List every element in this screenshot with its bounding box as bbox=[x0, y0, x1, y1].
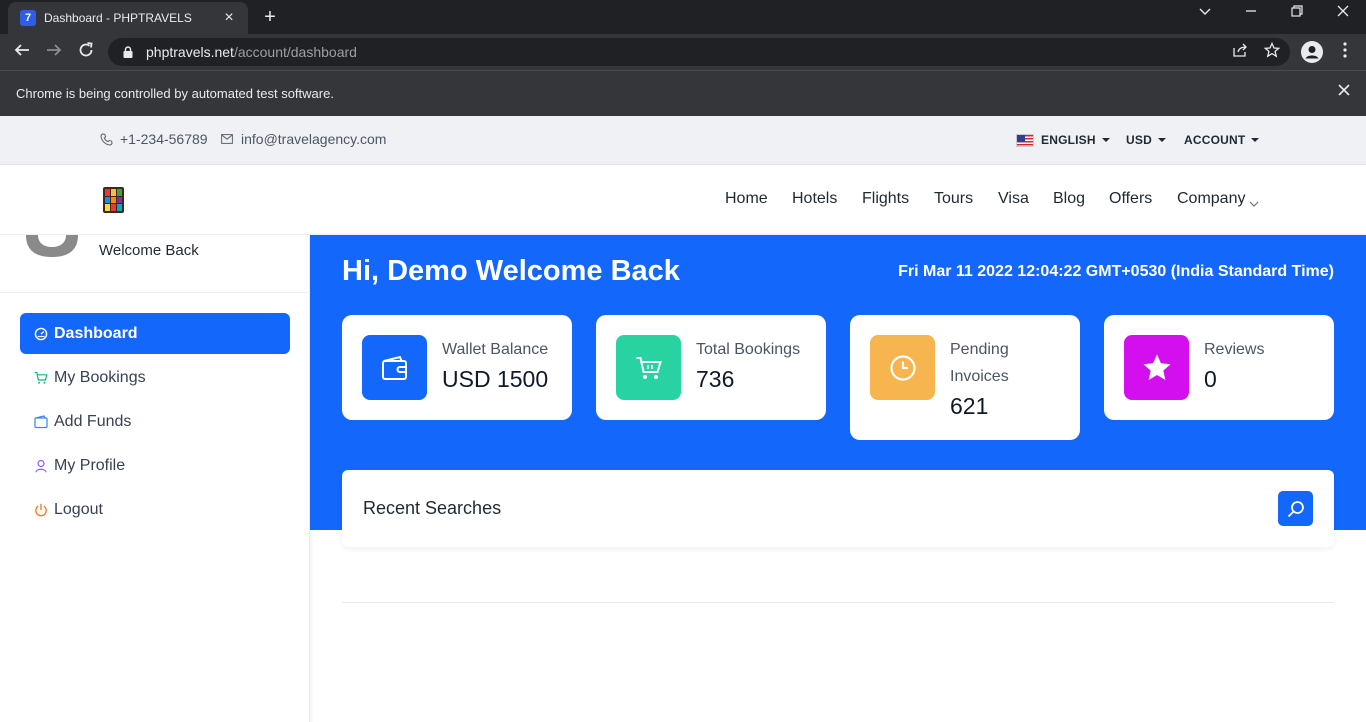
search-icon bbox=[1287, 500, 1304, 517]
sidebar-item-label: My Bookings bbox=[54, 368, 146, 386]
nav-tours[interactable]: Tours bbox=[934, 190, 973, 208]
site-topbar: +1-234-56789 info@travelagency.com ENGLI… bbox=[0, 116, 1366, 165]
caret-down-icon bbox=[1101, 138, 1110, 142]
email-contact[interactable]: info@travelagency.com bbox=[220, 131, 386, 147]
content-divider bbox=[342, 602, 1334, 603]
stat-label: Total Bookings bbox=[696, 341, 801, 358]
wallet-balance-card[interactable]: Wallet Balance USD 1500 bbox=[342, 315, 572, 420]
nav-company-label: Company bbox=[1177, 190, 1246, 207]
email-address: info@travelagency.com bbox=[241, 131, 387, 147]
sidebar-item-my-bookings[interactable]: My Bookings bbox=[20, 357, 290, 398]
back-arrow-icon[interactable] bbox=[10, 40, 34, 64]
stat-value: 621 bbox=[950, 393, 989, 419]
caret-down-icon bbox=[1157, 138, 1166, 142]
address-bar[interactable]: phptravels.net/account/dashboard bbox=[108, 38, 1290, 66]
greeting-heading: Hi, Demo Welcome Back bbox=[342, 255, 680, 287]
total-bookings-card[interactable]: Total Bookings 736 bbox=[596, 315, 826, 420]
reload-icon[interactable] bbox=[74, 40, 98, 64]
star-icon bbox=[1124, 335, 1189, 400]
stat-value: 736 bbox=[696, 366, 735, 392]
site-favicon-icon: 7 bbox=[20, 10, 36, 26]
us-flag-icon bbox=[1016, 133, 1034, 147]
phone-number: +1-234-56789 bbox=[120, 131, 208, 147]
user-avatar bbox=[24, 235, 80, 257]
dashboard-sidebar: Welcome Back Dashboard My Bookings Add F… bbox=[0, 235, 310, 722]
browser-menu-icon[interactable] bbox=[1334, 42, 1356, 64]
nav-hotels[interactable]: Hotels bbox=[792, 190, 837, 208]
sidebar-item-label: Dashboard bbox=[54, 324, 138, 342]
tab-title: Dashboard - PHPTRAVELS bbox=[44, 11, 192, 25]
chevron-down-icon bbox=[1249, 196, 1259, 207]
account-label: ACCOUNT bbox=[1184, 133, 1246, 147]
gauge-icon bbox=[34, 327, 48, 341]
site-logo[interactable] bbox=[103, 187, 124, 213]
stat-value: 0 bbox=[1204, 366, 1217, 392]
infobar-message: Chrome is being controlled by automated … bbox=[16, 86, 334, 101]
language-dropdown[interactable]: ENGLISH bbox=[1016, 133, 1110, 147]
lock-icon[interactable] bbox=[120, 44, 136, 60]
wallet-icon bbox=[34, 414, 48, 429]
browser-toolbar: phptravels.net/account/dashboard bbox=[0, 34, 1366, 70]
browser-tabstrip: 7 Dashboard - PHPTRAVELS × + bbox=[0, 0, 1366, 34]
url-host: phptravels.net bbox=[146, 44, 234, 60]
sidebar-item-add-funds[interactable]: Add Funds bbox=[20, 401, 290, 442]
recent-searches-panel: Recent Searches bbox=[342, 470, 1334, 547]
new-tab-icon[interactable]: + bbox=[258, 6, 282, 29]
sidebar-item-my-profile[interactable]: My Profile bbox=[20, 445, 290, 486]
nav-flights[interactable]: Flights bbox=[862, 190, 909, 208]
currency-label: USD bbox=[1126, 133, 1152, 147]
stat-label: Reviews bbox=[1204, 341, 1265, 358]
stat-label: Wallet Balance bbox=[442, 341, 549, 358]
nav-home[interactable]: Home bbox=[725, 190, 768, 208]
pending-invoices-card[interactable]: Pending Invoices 621 bbox=[850, 315, 1080, 440]
site-header: Home Hotels Flights Tours Visa Blog Offe… bbox=[0, 165, 1366, 235]
nav-visa[interactable]: Visa bbox=[998, 190, 1029, 208]
browser-tab[interactable]: 7 Dashboard - PHPTRAVELS × bbox=[8, 2, 248, 34]
reviews-card[interactable]: Reviews 0 bbox=[1104, 315, 1334, 420]
tab-search-chevron-icon[interactable] bbox=[1191, 4, 1219, 21]
stat-value: USD 1500 bbox=[442, 366, 549, 392]
sidebar-item-dashboard[interactable]: Dashboard bbox=[20, 313, 290, 354]
power-icon bbox=[34, 503, 48, 517]
url-path: /account/dashboard bbox=[233, 44, 357, 60]
automation-infobar: Chrome is being controlled by automated … bbox=[0, 70, 1366, 116]
user-icon bbox=[34, 459, 48, 473]
sidebar-item-logout[interactable]: Logout bbox=[20, 489, 290, 530]
sidebar-item-label: Logout bbox=[54, 500, 103, 518]
sidebar-item-label: My Profile bbox=[54, 456, 126, 474]
sidebar-divider bbox=[0, 292, 310, 293]
share-icon[interactable] bbox=[1230, 42, 1250, 62]
currency-dropdown[interactable]: USD bbox=[1126, 133, 1166, 147]
account-dropdown[interactable]: ACCOUNT bbox=[1184, 133, 1260, 147]
phone-icon bbox=[99, 132, 113, 146]
mail-icon bbox=[220, 132, 234, 146]
cart-icon bbox=[616, 335, 681, 400]
wallet-icon bbox=[362, 335, 427, 400]
bookmark-star-icon[interactable] bbox=[1262, 41, 1282, 62]
current-datetime: Fri Mar 11 2022 12:04:22 GMT+0530 (India… bbox=[898, 263, 1334, 280]
welcome-back-text: Welcome Back bbox=[99, 242, 199, 259]
close-window-icon[interactable] bbox=[1329, 4, 1357, 21]
forward-arrow-icon[interactable] bbox=[42, 40, 66, 64]
language-label: ENGLISH bbox=[1041, 133, 1096, 147]
minimize-icon[interactable] bbox=[1237, 4, 1265, 21]
caret-down-icon bbox=[1251, 138, 1260, 142]
cart-icon bbox=[34, 371, 48, 385]
phone-contact[interactable]: +1-234-56789 bbox=[99, 131, 208, 147]
restore-icon[interactable] bbox=[1283, 4, 1311, 21]
content-shade bbox=[310, 530, 314, 722]
nav-blog[interactable]: Blog bbox=[1053, 190, 1085, 208]
sidebar-item-label: Add Funds bbox=[54, 412, 132, 430]
profile-avatar-icon[interactable] bbox=[1301, 41, 1323, 63]
infobar-close-icon[interactable] bbox=[1338, 83, 1350, 101]
nav-company[interactable]: Company bbox=[1177, 190, 1259, 208]
clock-icon bbox=[870, 335, 935, 400]
nav-offers[interactable]: Offers bbox=[1109, 190, 1152, 208]
search-button[interactable] bbox=[1278, 491, 1313, 526]
recent-searches-title: Recent Searches bbox=[363, 498, 502, 518]
tab-close-icon[interactable]: × bbox=[220, 9, 238, 27]
stat-label: Pending Invoices bbox=[950, 341, 1009, 385]
